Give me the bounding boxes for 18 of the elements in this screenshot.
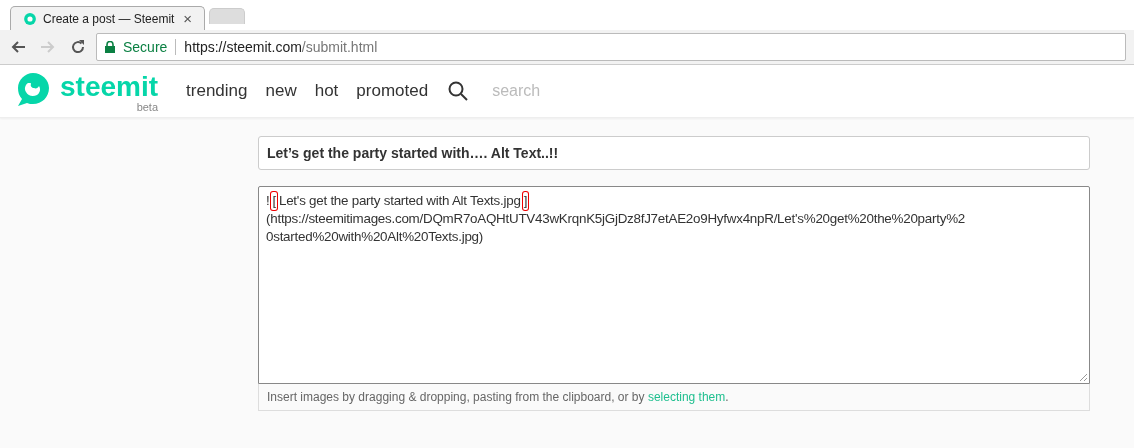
body-field[interactable]: ! [ Let's get the party started with Alt Texts.jpg ] (https://steemitimages.com/DQmR7oAQHtUTV43wKrqnK5jGjDz8fJ7etAE2o9Hyfwx4npR/Let's%20get%20the%20party%2 0started%20with%20Alt%20Texts.jpg) xyxy=(258,186,1090,384)
nav-link[interactable]: new xyxy=(265,81,297,101)
browser-tab[interactable]: Create a post — Steemit × xyxy=(10,6,205,30)
favicon-icon xyxy=(23,11,37,26)
lock-icon xyxy=(105,41,115,53)
beta-label: beta xyxy=(136,100,159,113)
nav-link[interactable]: trending xyxy=(186,81,248,101)
search-icon[interactable] xyxy=(448,81,469,101)
nav-link[interactable]: hot xyxy=(314,81,339,101)
url-text: https://steemit.com/submit.html xyxy=(184,39,378,55)
security-label: Secure xyxy=(123,39,168,55)
nav-link[interactable]: promoted xyxy=(356,81,429,101)
address-bar[interactable]: Secure https://steemit.com/submit.html xyxy=(96,33,1126,61)
hint-text: Insert images by dragging & dropping, pasting from the clipboard, or by selecting them. xyxy=(258,384,1090,411)
resize-handle-icon[interactable] xyxy=(1079,373,1087,381)
title-field[interactable]: Let’s get the party started with…. Alt Text..!! xyxy=(258,136,1090,170)
close-icon[interactable]: × xyxy=(183,10,192,27)
search-field[interactable]: search xyxy=(490,81,695,101)
